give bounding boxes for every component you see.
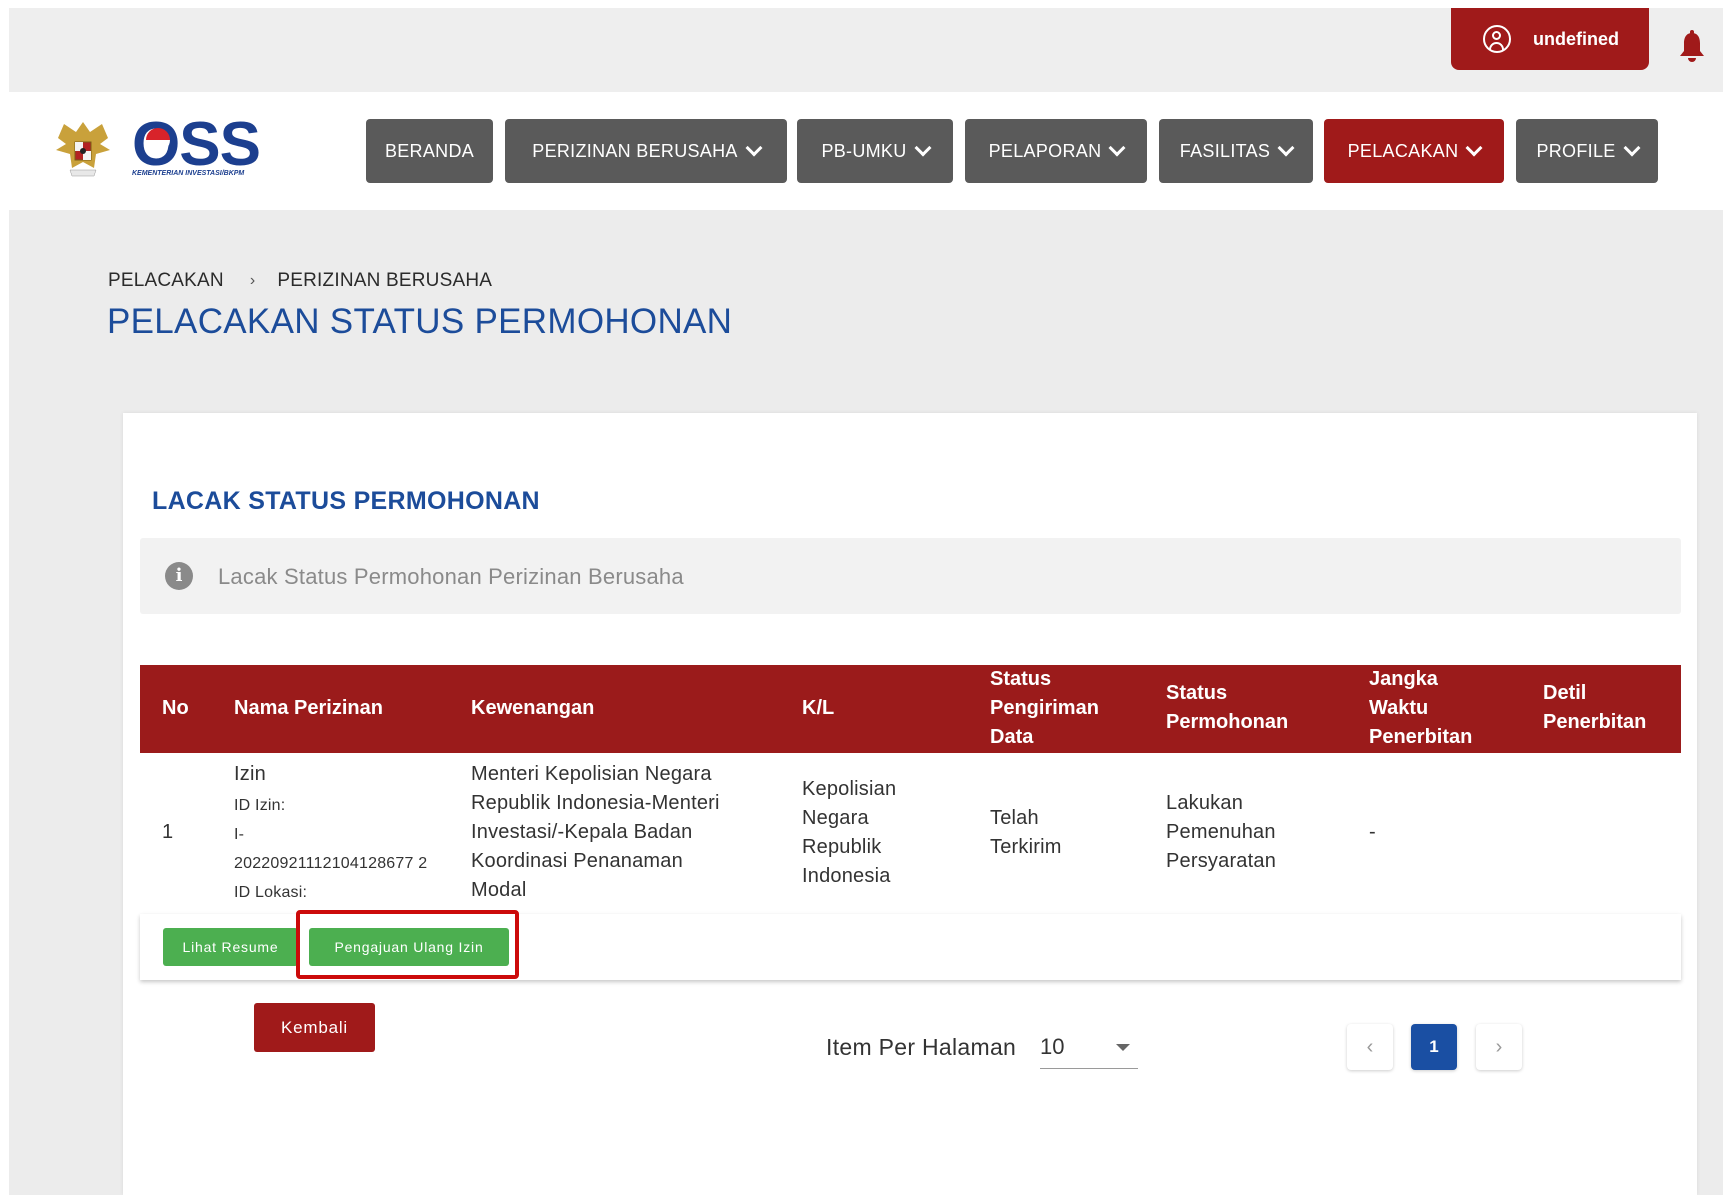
header-detil-penerbitan: Detil Penerbitan [1543,679,1646,737]
header-line: Detil [1543,682,1587,704]
chevron-down-icon [1623,139,1641,157]
table-row [140,753,1681,915]
cell-line: Negara [802,807,869,829]
nav-fasilitas[interactable]: FASILITAS [1159,119,1313,183]
page-number: 1 [1429,1037,1439,1056]
chevron-left-icon: ‹ [1366,1035,1374,1058]
cell-status-permohonan: Lakukan Pemenuhan Persyaratan [1166,789,1276,876]
nav-pelacakan[interactable]: PELACAKAN [1324,119,1504,183]
per-page-value: 10 [1040,1034,1065,1059]
card-title: LACAK STATUS PERMOHONAN [152,487,540,515]
breadcrumb-item-perizinan-berusaha[interactable]: PERIZINAN BERUSAHA [277,270,492,292]
oss-logo-subtitle: KEMENTERIAN INVESTASI/BKPM [132,170,245,177]
header-kl: K/L [802,697,835,719]
cell-line: Pemenuhan [1166,821,1276,843]
user-menu-button[interactable]: undefined [1451,8,1649,70]
header-line: Permohonan [1166,711,1289,733]
header-line: Pengiriman [990,697,1099,719]
nav-label: BERANDA [384,140,475,161]
header-line: Jangka [1369,668,1438,690]
oss-logo-dot [146,128,170,152]
nav-label: FASILITAS [1179,140,1271,161]
cell-line: Indonesia [802,865,891,887]
per-page-label: Item Per Halaman [826,1034,1017,1060]
nama-line: ID Izin: [234,797,286,814]
cell-no: 1 [162,821,174,843]
cell-line: Menteri Kepolisian Negara [471,763,712,785]
caret-down-icon [1116,1044,1130,1051]
page-1-button[interactable]: 1 [1411,1024,1457,1070]
header-line: Status [990,668,1052,690]
bell-icon[interactable] [1678,30,1706,64]
header-status-permohonan: Status Permohonan [1166,679,1288,737]
oss-logo[interactable]: OSS KEMENTERIAN INVESTASI/BKPM [132,114,264,184]
info-icon: i [165,562,193,590]
cell-line: Republik Indonesia-Menteri [471,792,720,814]
cell-kl: Kepolisian Negara Republik Indonesia [802,775,896,891]
chevron-right-icon: › [1495,1035,1503,1058]
header-line: Data [990,726,1034,748]
cell-line: Terkirim [990,836,1062,858]
nav-profile[interactable]: PROFILE [1516,119,1658,183]
nama-line: ID Lokasi: [234,884,308,901]
highlight-annotation [296,910,519,979]
header-line: Waktu [1369,697,1429,719]
chevron-down-icon [914,139,932,157]
nav-label: PELACAKAN [1347,140,1459,161]
kembali-button[interactable]: Kembali [254,1003,375,1052]
header-line: Penerbitan [1369,726,1473,748]
chevron-down-icon [745,139,763,157]
nav-label: PB-UMKU [821,140,907,161]
nama-line: I- [234,826,245,843]
breadcrumb-separator-icon: › [249,272,256,289]
nama-line: Izin [234,763,266,785]
page-title: PELACAKAN STATUS PERMOHONAN [107,302,733,341]
prev-page-button[interactable]: ‹ [1347,1024,1393,1070]
cell-line: Republik [802,836,882,858]
info-text: Lacak Status Permohonan Perizinan Berusa… [218,564,684,589]
cell-line: Modal [471,879,527,901]
nama-line: 20220921112104128677 2 [234,855,428,872]
nav-pb-umku[interactable]: PB-UMKU [797,119,953,183]
cell-line: Persyaratan [1166,850,1277,872]
nav-label: PERIZINAN BERUSAHA [532,140,738,161]
chevron-down-icon [1465,139,1483,157]
cell-status-pengiriman: Telah Terkirim [990,804,1062,862]
nav-beranda[interactable]: BERANDA [366,119,493,183]
cell-jangka-waktu: - [1369,821,1376,843]
header-nama-perizinan: Nama Perizinan [234,697,383,719]
header-status-pengiriman: Status Pengiriman Data [990,665,1099,752]
header-no: No [162,697,189,719]
breadcrumb-item-pelacakan[interactable]: PELACAKAN [108,270,224,292]
user-circle-icon [1483,25,1511,53]
header-line: Status [1166,682,1228,704]
cell-line: Investasi/-Kepala Badan [471,821,693,843]
header-line: Penerbitan [1543,711,1647,733]
nav-perizinan-berusaha[interactable]: PERIZINAN BERUSAHA [505,119,787,183]
cell-line: Telah [990,807,1039,829]
nav-label: PELAPORAN [988,140,1102,161]
chevron-down-icon [1277,139,1295,157]
cell-kewenangan: Menteri Kepolisian Negara Republik Indon… [471,760,720,905]
cell-line: Kepolisian [802,778,897,800]
nav-pelaporan[interactable]: PELAPORAN [965,119,1147,183]
header-kewenangan: Kewenangan [471,697,595,719]
nav-label: PROFILE [1536,140,1616,161]
lihat-resume-button[interactable]: Lihat Resume [163,928,298,966]
breadcrumb: PELACAKAN › PERIZINAN BERUSAHA [108,270,492,292]
header-jangka-waktu: Jangka Waktu Penerbitan [1369,665,1472,752]
per-page-select[interactable]: 10 [1040,1030,1138,1069]
next-page-button[interactable]: › [1476,1024,1522,1070]
user-name: undefined [1533,28,1619,49]
cell-line: Lakukan [1166,792,1244,814]
chevron-down-icon [1108,139,1126,157]
garuda-emblem-logo [56,122,110,177]
cell-line: Koordinasi Penanaman [471,850,683,872]
